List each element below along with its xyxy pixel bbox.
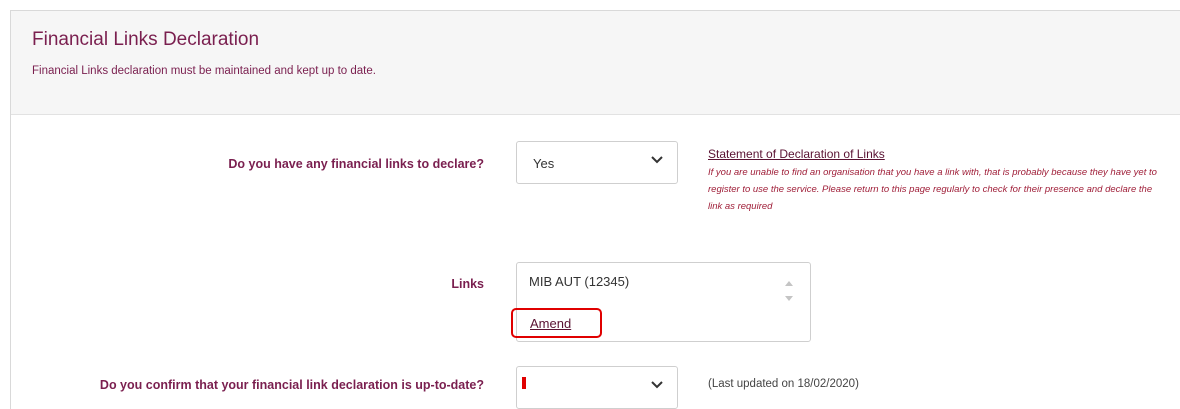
statement-of-declaration-link[interactable]: Statement of Declaration of Links — [708, 147, 885, 161]
financial-links-question-label: Do you have any financial links to decla… — [228, 157, 484, 171]
links-list-item[interactable]: MIB AUT (12345) — [529, 274, 629, 289]
links-label: Links — [451, 277, 484, 291]
financial-links-select[interactable]: Yes — [516, 141, 678, 184]
panel-header: Financial Links Declaration Financial Li… — [11, 11, 1180, 115]
financial-links-select-value: Yes — [533, 156, 555, 171]
confirm-question-label: Do you confirm that your financial link … — [99, 378, 484, 392]
page-subtitle: Financial Links declaration must be main… — [32, 65, 376, 77]
amend-link[interactable]: Amend — [530, 316, 571, 331]
scroll-up-icon[interactable] — [784, 279, 794, 287]
chevron-down-icon — [651, 156, 663, 164]
confirm-select[interactable] — [516, 366, 678, 409]
scroll-down-icon[interactable] — [784, 295, 794, 303]
last-updated-text: (Last updated on 18/02/2020) — [708, 378, 859, 390]
page-title: Financial Links Declaration — [32, 29, 260, 50]
chevron-down-icon — [651, 381, 663, 389]
statement-help-text: If you are unable to find an organisatio… — [708, 167, 1157, 212]
required-marker — [522, 377, 526, 389]
